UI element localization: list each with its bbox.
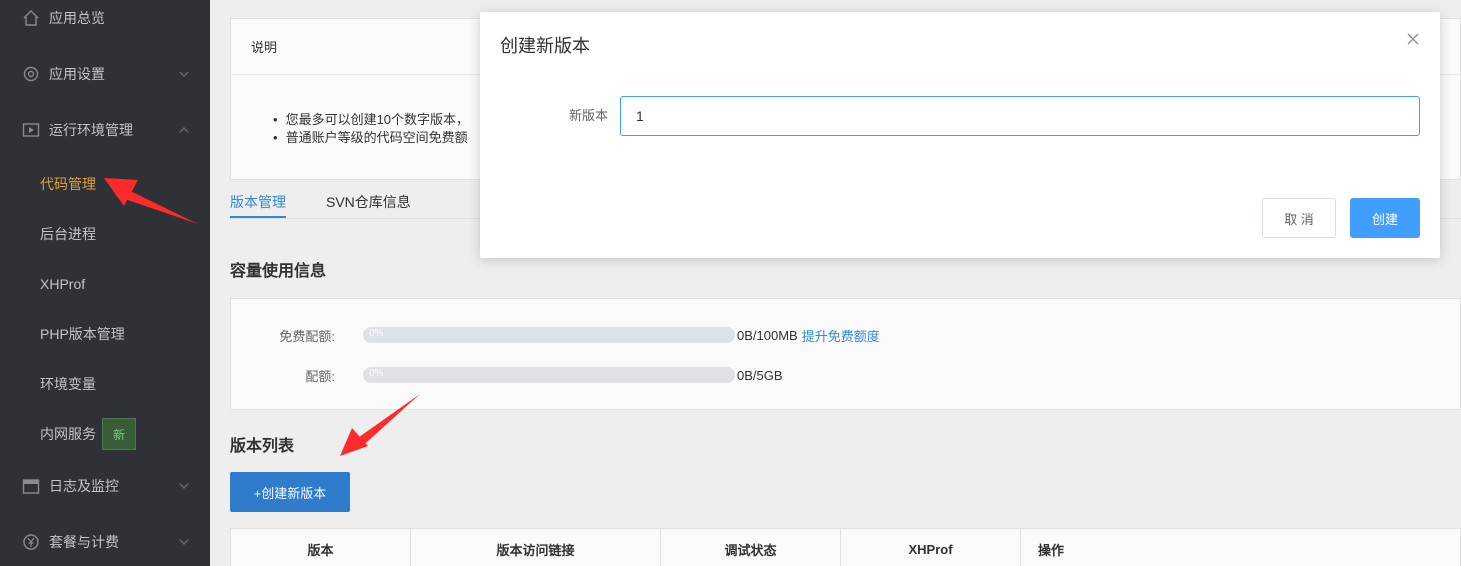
new-version-input[interactable] — [620, 96, 1420, 136]
new-version-label: 新版本 — [568, 108, 608, 123]
close-icon[interactable] — [1406, 32, 1420, 46]
dialog-title: 创建新版本 — [500, 36, 590, 56]
create-button[interactable]: 创建 — [1350, 198, 1420, 238]
create-version-dialog: 创建新版本 新版本 取 消 创建 — [480, 12, 1440, 258]
cancel-button[interactable]: 取 消 — [1262, 198, 1336, 238]
